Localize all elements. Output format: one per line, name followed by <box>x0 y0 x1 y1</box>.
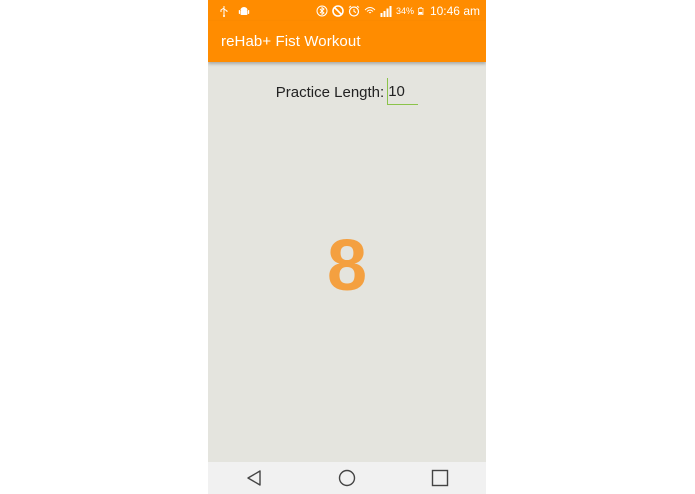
home-icon <box>338 469 356 487</box>
wifi-icon <box>364 6 376 13</box>
do-not-disturb-icon <box>332 4 344 17</box>
bluetooth-icon <box>316 5 328 16</box>
battery-icon <box>417 6 424 15</box>
android-icon <box>238 6 250 15</box>
phone-screen: 34% 10:46 am reHab+ Fist Workout Practic… <box>208 0 486 494</box>
rep-counter: 8 <box>326 226 368 306</box>
signal-icon <box>380 5 392 17</box>
recents-button[interactable] <box>420 462 460 494</box>
practice-length-input[interactable] <box>387 78 419 105</box>
back-button[interactable] <box>234 462 274 494</box>
back-icon <box>247 470 262 486</box>
nav-bar <box>208 462 486 494</box>
usb-icon <box>220 5 228 17</box>
status-clock: 10:46 am <box>429 3 480 18</box>
recents-icon <box>431 469 448 487</box>
battery-percent: 34% <box>395 5 414 16</box>
app-bar: reHab+ Fist Workout <box>208 21 486 62</box>
status-left-icons <box>208 5 250 17</box>
status-bar: 34% 10:46 am <box>208 0 486 21</box>
app-title: reHab+ Fist Workout <box>221 33 361 50</box>
home-button[interactable] <box>327 462 367 494</box>
alarm-icon <box>348 5 360 17</box>
practice-length-label: Practice Length: <box>275 84 385 101</box>
practice-length-row: Practice Length: <box>208 78 486 105</box>
status-right-icons: 34% 10:46 am <box>316 4 486 18</box>
